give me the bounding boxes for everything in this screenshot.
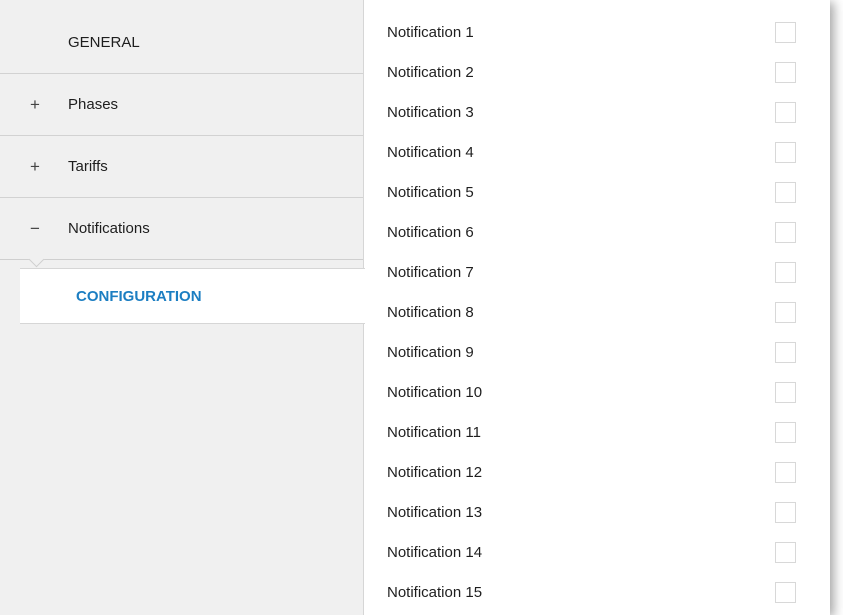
notification-row: Notification 13 [365, 492, 830, 532]
notification-checkbox[interactable] [775, 222, 796, 243]
notification-row: Notification 6 [365, 212, 830, 252]
notification-checkbox[interactable] [775, 342, 796, 363]
notification-label: Notification 3 [387, 103, 474, 121]
notification-checkbox[interactable] [775, 382, 796, 403]
sidebar-item-label: GENERAL [68, 34, 140, 51]
notification-label: Notification 10 [387, 383, 483, 401]
notification-row: Notification 9 [365, 332, 830, 372]
sidebar-subitem-configuration[interactable]: CONFIGURATION [20, 268, 365, 324]
notification-row: Notification 1 [365, 12, 830, 52]
sidebar-item-tariffs[interactable]: + Tariffs [0, 136, 363, 198]
notification-row: Notification 12 [365, 452, 830, 492]
collapse-minus-icon[interactable]: − [28, 219, 42, 239]
sidebar-item-phases[interactable]: + Phases [0, 74, 363, 136]
notification-label: Notification 9 [387, 343, 474, 361]
notification-label: Notification 13 [387, 503, 483, 521]
notification-label: Notification 1 [387, 23, 474, 41]
notification-row: Notification 14 [365, 532, 830, 572]
sidebar-item-label: Phases [68, 96, 119, 113]
sidebar-item-notifications[interactable]: − Notifications [0, 198, 363, 260]
notification-checkbox[interactable] [775, 142, 796, 163]
notification-label: Notification 11 [387, 423, 481, 441]
notification-label: Notification 8 [387, 303, 474, 321]
notification-row: Notification 11 [365, 412, 830, 452]
notification-checkbox[interactable] [775, 302, 796, 323]
notification-label: Notification 7 [387, 263, 474, 281]
expand-plus-icon[interactable]: + [28, 95, 42, 115]
notification-row: Notification 8 [365, 292, 830, 332]
notification-checkbox[interactable] [775, 542, 796, 563]
notification-label: Notification 6 [387, 223, 474, 241]
notification-checkbox[interactable] [775, 422, 796, 443]
sidebar-subitem-label: CONFIGURATION [76, 287, 202, 305]
notification-label: Notification 15 [387, 583, 483, 601]
notification-label: Notification 12 [387, 463, 483, 481]
notification-label: Notification 4 [387, 143, 474, 161]
notification-row: Notification 5 [365, 172, 830, 212]
notification-row: Notification 7 [365, 252, 830, 292]
notification-checkbox[interactable] [775, 262, 796, 283]
notification-checkbox[interactable] [775, 462, 796, 483]
notification-label: Notification 2 [387, 63, 474, 81]
notification-row: Notification 4 [365, 132, 830, 172]
notification-row: Notification 10 [365, 372, 830, 412]
notification-label: Notification 14 [387, 543, 483, 561]
sidebar-item-label: Tariffs [68, 158, 108, 175]
notification-checkbox[interactable] [775, 102, 796, 123]
settings-window: GENERAL + Phases + Tariffs − Notificatio… [0, 0, 830, 615]
sidebar-item-general[interactable]: GENERAL [0, 0, 363, 74]
notification-checkbox[interactable] [775, 582, 796, 603]
notification-label: Notification 5 [387, 183, 474, 201]
notification-checkbox[interactable] [775, 22, 796, 43]
expand-plus-icon[interactable]: + [28, 157, 42, 177]
sidebar-item-label: Notifications [68, 220, 150, 237]
notification-row: Notification 15 [365, 572, 830, 612]
notification-checkbox[interactable] [775, 182, 796, 203]
notification-row: Notification 2 [365, 52, 830, 92]
notification-row: Notification 3 [365, 92, 830, 132]
notification-checkbox[interactable] [775, 502, 796, 523]
notifications-panel: Notification 1 Notification 2 Notification… [365, 0, 830, 615]
notification-checkbox[interactable] [775, 62, 796, 83]
